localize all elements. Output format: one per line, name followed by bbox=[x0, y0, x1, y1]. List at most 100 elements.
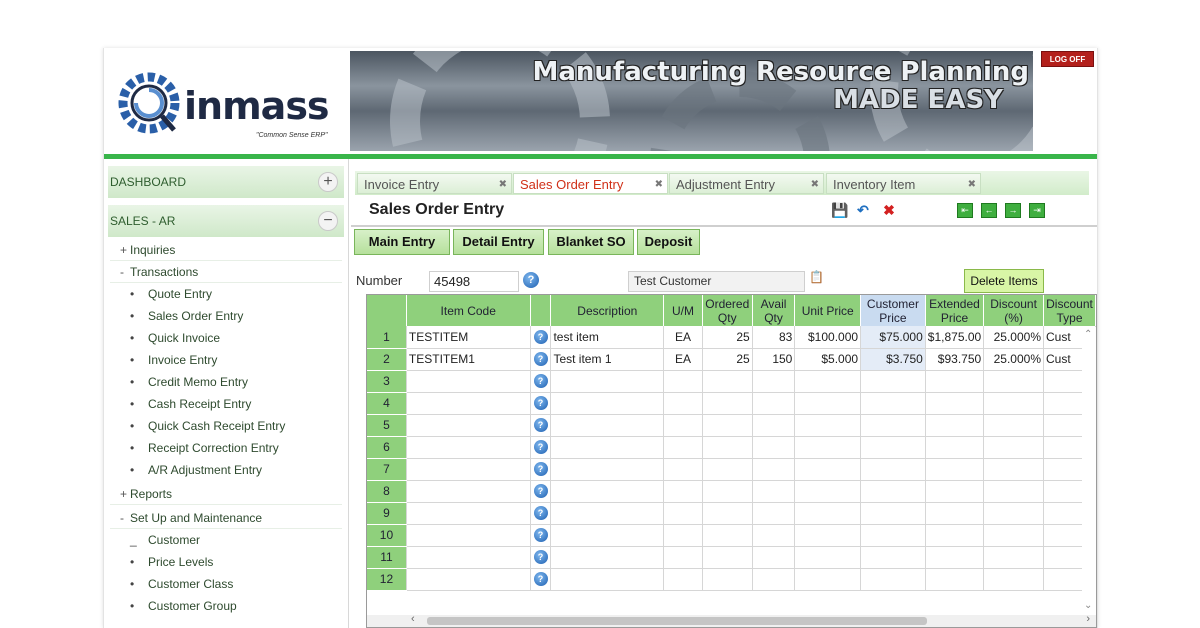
close-icon[interactable]: ✖ bbox=[655, 174, 663, 195]
avail-qty-cell[interactable] bbox=[752, 568, 796, 591]
tab-adjustment-entry[interactable]: Adjustment Entry ✖ bbox=[669, 173, 824, 194]
ordered-qty-cell[interactable] bbox=[702, 546, 753, 569]
avail-qty-cell[interactable] bbox=[752, 370, 796, 393]
avail-qty-cell[interactable]: 83 bbox=[752, 326, 796, 349]
discount-cell[interactable] bbox=[983, 392, 1044, 415]
extended-price-cell[interactable] bbox=[925, 458, 985, 481]
discount-cell[interactable] bbox=[983, 458, 1044, 481]
tab-inventory-item[interactable]: Inventory Item ✖ bbox=[826, 173, 981, 194]
table-row[interactable]: 4? bbox=[367, 392, 1096, 415]
help-icon[interactable]: ? bbox=[533, 330, 548, 345]
column-header-discount-type[interactable]: Discount Type bbox=[1043, 295, 1096, 326]
table-row[interactable]: 7? bbox=[367, 458, 1096, 481]
extended-price-cell[interactable] bbox=[925, 524, 985, 547]
unit-price-cell[interactable] bbox=[794, 546, 862, 569]
item-code-cell[interactable] bbox=[406, 458, 531, 481]
extended-price-cell[interactable] bbox=[925, 480, 985, 503]
customer-price-cell[interactable] bbox=[860, 502, 926, 525]
um-cell[interactable] bbox=[663, 546, 703, 569]
discount-cell[interactable] bbox=[983, 480, 1044, 503]
customer-price-cell[interactable] bbox=[860, 480, 926, 503]
sidebar-item-quote-entry[interactable]: • Quote Entry bbox=[110, 283, 342, 305]
um-cell[interactable] bbox=[663, 414, 703, 437]
extended-price-cell[interactable] bbox=[925, 502, 985, 525]
scroll-left-icon[interactable]: ‹ bbox=[411, 613, 415, 625]
sidebar-item-invoice-entry[interactable]: • Invoice Entry bbox=[110, 349, 342, 371]
customer-price-cell[interactable] bbox=[860, 414, 926, 437]
extended-price-cell[interactable] bbox=[925, 436, 985, 459]
description-cell[interactable] bbox=[550, 370, 665, 393]
unit-price-cell[interactable] bbox=[794, 568, 862, 591]
customer-price-cell[interactable]: $75.000 bbox=[860, 326, 926, 349]
table-row[interactable]: 1 TESTITEM? test item EA 25 83 $100.000 $75.000… bbox=[367, 326, 1096, 349]
customer-price-cell[interactable] bbox=[860, 458, 926, 481]
discount-cell[interactable] bbox=[983, 370, 1044, 393]
item-code-cell[interactable] bbox=[406, 392, 531, 415]
blanket-so-button[interactable]: Blanket SO bbox=[548, 229, 634, 255]
scroll-up-icon[interactable]: ⌃ bbox=[1084, 329, 1092, 340]
scroll-right-icon[interactable]: › bbox=[1086, 613, 1090, 625]
help-icon[interactable]: ? bbox=[533, 506, 548, 521]
extended-price-cell[interactable]: $1,875.00 bbox=[925, 326, 985, 349]
last-record-icon[interactable]: ⇥ bbox=[1029, 203, 1045, 218]
um-cell[interactable] bbox=[663, 502, 703, 525]
deposit-button[interactable]: Deposit bbox=[637, 229, 700, 255]
um-cell[interactable] bbox=[663, 524, 703, 547]
help-icon[interactable]: ? bbox=[533, 550, 548, 565]
um-cell[interactable] bbox=[663, 392, 703, 415]
discount-cell[interactable] bbox=[983, 436, 1044, 459]
ordered-qty-cell[interactable] bbox=[702, 480, 753, 503]
undo-icon[interactable]: ↶ bbox=[855, 202, 871, 218]
table-row[interactable]: 11? bbox=[367, 546, 1096, 569]
avail-qty-cell[interactable] bbox=[752, 480, 796, 503]
unit-price-cell[interactable] bbox=[794, 524, 862, 547]
description-cell[interactable] bbox=[550, 568, 665, 591]
column-header-description[interactable]: Description bbox=[550, 295, 665, 326]
unit-price-cell[interactable] bbox=[794, 370, 862, 393]
extended-price-cell[interactable] bbox=[925, 392, 985, 415]
tab-sales-order-entry[interactable]: Sales Order Entry ✖ bbox=[513, 173, 668, 194]
table-row[interactable]: 9? bbox=[367, 502, 1096, 525]
discount-cell[interactable] bbox=[983, 502, 1044, 525]
help-icon[interactable]: ? bbox=[533, 484, 548, 499]
copy-icon[interactable]: 📋 bbox=[809, 270, 824, 284]
lookup-cell[interactable]: ? bbox=[530, 392, 552, 415]
lookup-cell[interactable]: ? bbox=[530, 480, 552, 503]
ordered-qty-cell[interactable] bbox=[702, 502, 753, 525]
extended-price-cell[interactable] bbox=[925, 370, 985, 393]
close-icon[interactable]: ✖ bbox=[968, 174, 976, 195]
lookup-cell[interactable]: ? bbox=[530, 568, 552, 591]
sidebar-item-transactions[interactable]: - Transactions bbox=[110, 261, 342, 283]
avail-qty-cell[interactable] bbox=[752, 414, 796, 437]
table-row[interactable]: 6? bbox=[367, 436, 1096, 459]
table-row[interactable]: 12? bbox=[367, 568, 1096, 591]
unit-price-cell[interactable] bbox=[794, 502, 862, 525]
extended-price-cell[interactable]: $93.750 bbox=[925, 348, 985, 371]
ordered-qty-cell[interactable] bbox=[702, 436, 753, 459]
item-code-cell[interactable] bbox=[406, 502, 531, 525]
previous-record-icon[interactable]: ← bbox=[981, 203, 997, 218]
sidebar-item-quick-cash-receipt-entry[interactable]: • Quick Cash Receipt Entry bbox=[110, 415, 342, 437]
avail-qty-cell[interactable]: 150 bbox=[752, 348, 796, 371]
item-code-cell[interactable]: TESTITEM1 bbox=[406, 348, 531, 371]
description-cell[interactable] bbox=[550, 414, 665, 437]
description-cell[interactable] bbox=[550, 480, 665, 503]
customer-price-cell[interactable] bbox=[860, 546, 926, 569]
um-cell[interactable] bbox=[663, 370, 703, 393]
first-record-icon[interactable]: ⇤ bbox=[957, 203, 973, 218]
sidebar-item-reports[interactable]: + Reports bbox=[110, 483, 342, 505]
item-code-cell[interactable] bbox=[406, 480, 531, 503]
sidebar-item-quick-invoice[interactable]: • Quick Invoice bbox=[110, 327, 342, 349]
ordered-qty-cell[interactable]: 25 bbox=[702, 326, 753, 349]
lookup-cell[interactable]: ? bbox=[530, 370, 552, 393]
sidebar-item-cash-receipt-entry[interactable]: • Cash Receipt Entry bbox=[110, 393, 342, 415]
discount-cell[interactable] bbox=[983, 546, 1044, 569]
detail-entry-button[interactable]: Detail Entry bbox=[453, 229, 544, 255]
item-code-cell[interactable] bbox=[406, 568, 531, 591]
customer-price-cell[interactable] bbox=[860, 370, 926, 393]
description-cell[interactable] bbox=[550, 546, 665, 569]
customer-field[interactable]: Test Customer bbox=[628, 271, 805, 292]
item-code-cell[interactable] bbox=[406, 414, 531, 437]
avail-qty-cell[interactable] bbox=[752, 436, 796, 459]
item-code-cell[interactable] bbox=[406, 524, 531, 547]
